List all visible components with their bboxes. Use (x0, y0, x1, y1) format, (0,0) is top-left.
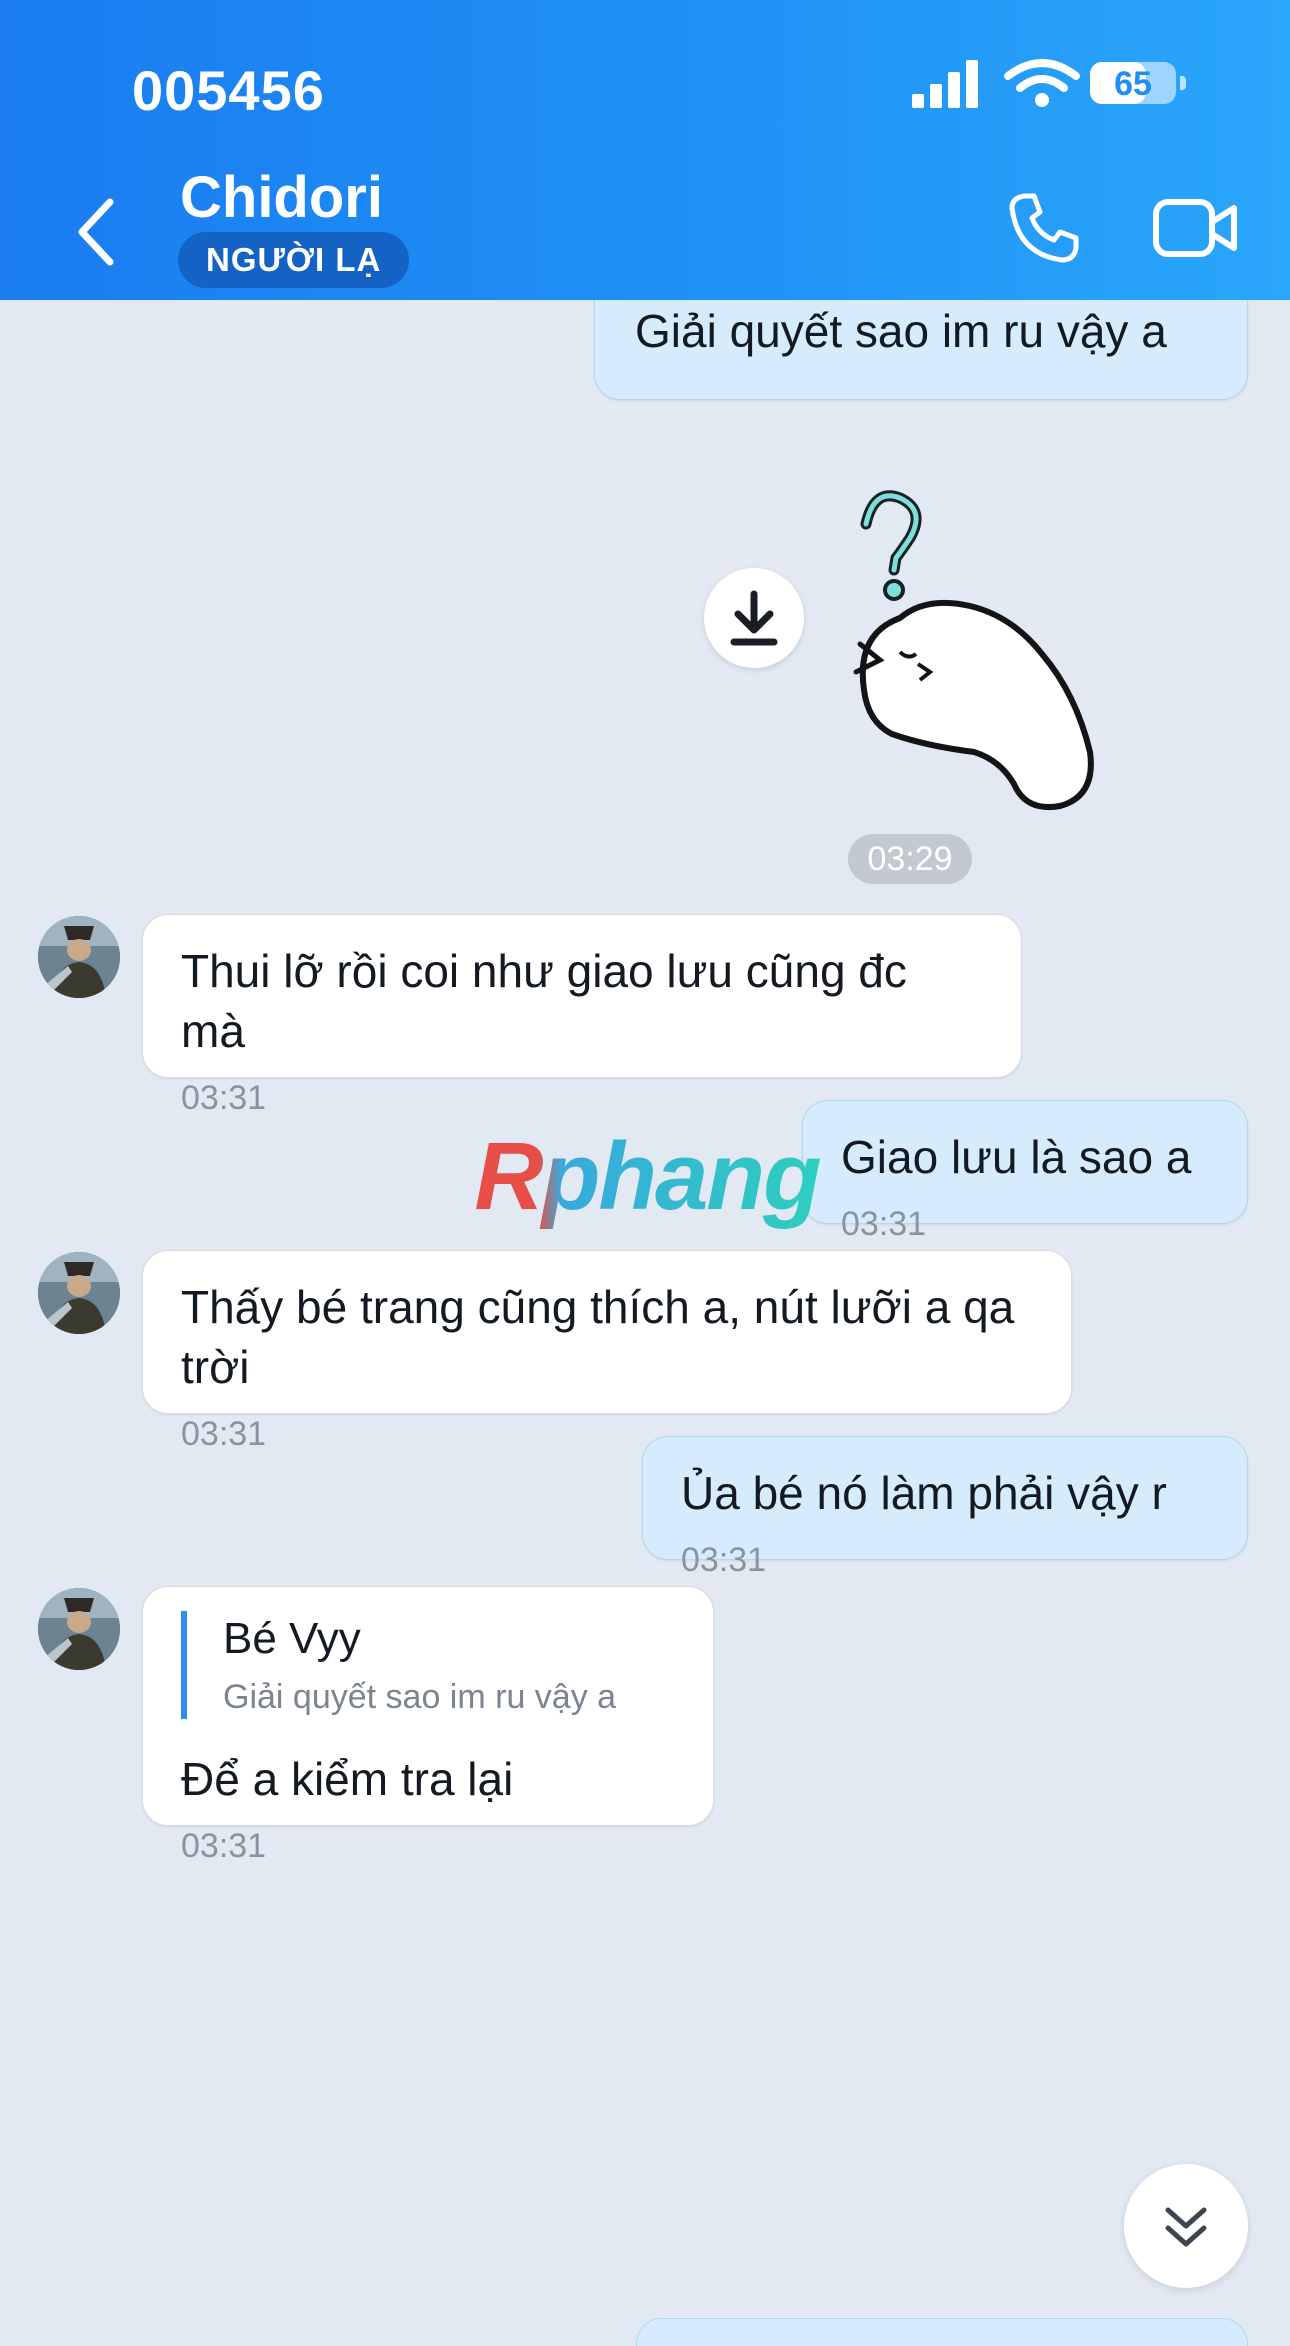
outgoing-message[interactable]: Giải quyết sao im ru vậy a (594, 300, 1248, 400)
back-button[interactable] (66, 192, 126, 272)
battery-percent: 65 (1114, 65, 1152, 103)
watermark-logo: Rphang (452, 1122, 842, 1232)
message-text: Thui lỡ rồi coi như giao lưu cũng đc mà (181, 945, 907, 1057)
stranger-badge: NGƯỜI LẠ (178, 232, 410, 288)
video-call-button[interactable] (1152, 192, 1240, 264)
message-list[interactable]: Giải quyết sao im ru vậy a 03:29 Thui lỡ… (0, 300, 1290, 2346)
avatar[interactable] (38, 1252, 120, 1334)
download-button[interactable] (704, 568, 804, 668)
incoming-message[interactable]: Thấy bé trang cũng thích a, nút lưỡi a q… (142, 1250, 1072, 1453)
incoming-message[interactable]: Thui lỡ rồi coi như giao lưu cũng đc mà … (142, 914, 1022, 1117)
battery-cap (1180, 76, 1186, 90)
status-icons: 65 (912, 58, 1212, 108)
message-text: Để a kiểm tra lại (181, 1753, 514, 1805)
message-time: 03:31 (181, 1827, 267, 1865)
message-time: 03:31 (681, 1541, 767, 1579)
avatar-image (38, 1588, 120, 1670)
avatar[interactable] (38, 916, 120, 998)
download-icon (730, 590, 778, 646)
quote-author: Bé Vyy (223, 1614, 361, 1663)
signal-icon (912, 58, 984, 108)
phone-call-button[interactable] (1004, 188, 1084, 268)
message-time: 03:31 (841, 1205, 927, 1243)
outgoing-message[interactable]: Giao lưu là sao a 03:31 (802, 1100, 1248, 1243)
contact-name[interactable]: Chidori (180, 164, 383, 231)
avatar-image (38, 1252, 120, 1334)
wifi-icon (1004, 59, 1080, 107)
battery-icon: 65 (1090, 62, 1176, 104)
chat-header: 005456 65 Chidori NGƯỜI LẠ (0, 0, 1290, 300)
avatar[interactable] (38, 1588, 120, 1670)
incoming-reply-message[interactable]: Bé Vyy Giải quyết sao im ru vậy a Để a k… (142, 1586, 714, 1865)
message-text: Giải quyết sao im ru vậy a (635, 305, 1167, 357)
scroll-to-bottom-button[interactable] (1124, 2164, 1248, 2288)
sticker-image[interactable] (846, 484, 1126, 814)
outgoing-message-partial[interactable] (636, 2318, 1248, 2346)
double-chevron-down-icon (1165, 2207, 1207, 2247)
avatar-image (38, 916, 120, 998)
sticker-time: 03:29 (848, 834, 972, 884)
reply-quote[interactable]: Bé Vyy Giải quyết sao im ru vậy a (181, 1611, 675, 1719)
status-time: 005456 (132, 59, 325, 122)
outgoing-message[interactable]: Ủa bé nó làm phải vậy r 03:31 (642, 1436, 1248, 1579)
message-text: Giao lưu là sao a (841, 1131, 1192, 1183)
quote-text: Giải quyết sao im ru vậy a (223, 1678, 617, 1716)
message-text: Thấy bé trang cũng thích a, nút lưỡi a q… (181, 1281, 1015, 1393)
message-text: Ủa bé nó làm phải vậy r (681, 1467, 1167, 1519)
